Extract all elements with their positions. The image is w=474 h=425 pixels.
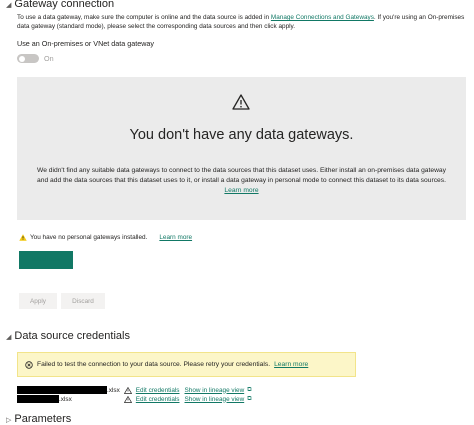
credentials-error-learn-more-link[interactable]: Learn more xyxy=(274,361,308,368)
expand-caret-icon[interactable]: ▷ xyxy=(6,416,11,424)
collapse-caret-icon[interactable]: ◢ xyxy=(6,1,11,9)
no-gateways-learn-more-link[interactable]: Learn more xyxy=(224,187,258,194)
external-link-icon: ⧉ xyxy=(247,386,252,393)
install-now-button[interactable]: Install now xyxy=(19,251,73,269)
edit-credentials-link[interactable]: Edit credentials xyxy=(136,387,180,394)
show-lineage-link[interactable]: Show in lineage view xyxy=(185,387,245,394)
personal-gateway-warning: You have no personal gateways installed.… xyxy=(19,234,192,241)
datasource-file-suffix: .xlsx xyxy=(107,386,120,394)
toggle-knob xyxy=(19,55,25,62)
personal-warning-text: You have no personal gateways installed. xyxy=(30,234,148,241)
edit-credentials-link[interactable]: Edit credentials xyxy=(136,396,180,403)
manage-connections-link[interactable]: Manage Connections and Gateways xyxy=(271,14,374,21)
warning-triangle-icon xyxy=(232,94,250,110)
data-source-credentials-title: Data source credentials xyxy=(14,330,130,342)
show-lineage-link[interactable]: Show in lineage view xyxy=(185,396,245,403)
data-source-credentials-header[interactable]: ◢ Data source credentials xyxy=(6,330,130,342)
gateway-toggle[interactable] xyxy=(17,54,39,63)
gateway-connection-title: Gateway connection xyxy=(14,0,115,10)
no-gateways-panel: You don't have any data gateways. We did… xyxy=(17,77,466,220)
credentials-error-bar: Failed to test the connection to your da… xyxy=(17,352,356,377)
gateway-connection-header[interactable]: ◢ Gateway connection xyxy=(6,0,114,10)
warning-triangle-icon xyxy=(123,395,132,403)
error-circle-icon xyxy=(25,360,33,369)
parameters-header[interactable]: ▷ Parameters xyxy=(6,413,71,425)
datasource-file-suffix: .xlsx xyxy=(59,395,72,403)
toggle-state-label: On xyxy=(44,54,54,63)
credentials-error-text: Failed to test the connection to your da… xyxy=(37,361,271,368)
external-link-icon: ⧉ xyxy=(247,395,252,402)
gateway-description: To use a data gateway, make sure the com… xyxy=(17,14,465,30)
personal-learn-more-link[interactable]: Learn more xyxy=(159,234,192,241)
credential-row: .xlsx Edit credentials Show in lineage v… xyxy=(17,386,251,394)
no-gateways-title: You don't have any data gateways. xyxy=(129,127,354,143)
no-gateways-text: We didn't find any suitable data gateway… xyxy=(37,167,446,194)
warning-triangle-icon xyxy=(123,386,132,394)
discard-button[interactable]: Discard xyxy=(61,293,105,309)
gateway-toggle-label: Use an On-premises or VNet data gateway xyxy=(17,39,155,48)
credential-row: .xlsx Edit credentials Show in lineage v… xyxy=(17,395,251,403)
parameters-title: Parameters xyxy=(14,413,72,425)
redacted-datasource-name xyxy=(17,395,59,403)
collapse-caret-icon[interactable]: ◢ xyxy=(6,333,11,341)
gateway-toggle-row: On xyxy=(17,54,54,63)
redacted-datasource-name xyxy=(17,386,107,394)
apply-button[interactable]: Apply xyxy=(19,293,57,309)
warning-icon xyxy=(19,234,27,241)
